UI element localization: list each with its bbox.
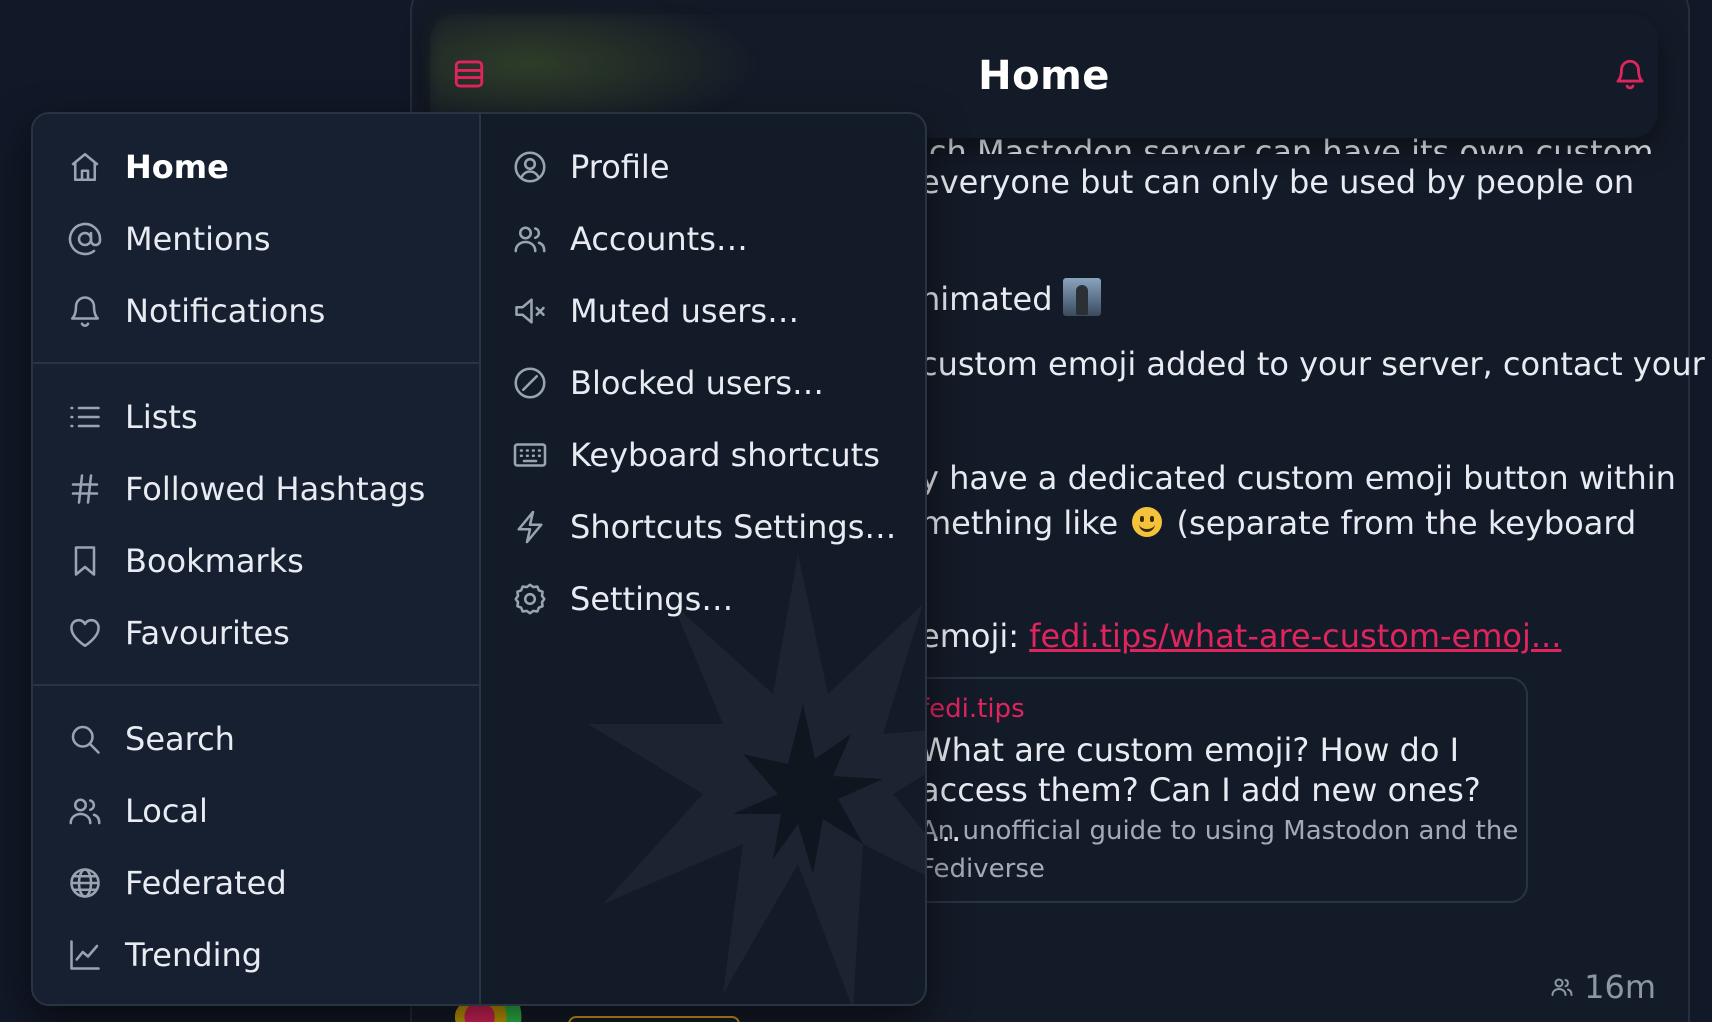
bookmark-icon: [74, 546, 96, 576]
keyboard-icon: [513, 443, 547, 467]
menu-item-bookmarks[interactable]: Bookmarks: [67, 529, 304, 593]
menu-divider: [33, 362, 481, 364]
menu-item-federated[interactable]: Federated: [67, 851, 287, 915]
menu-button[interactable]: [452, 57, 486, 91]
link-card-domain: fedi.tips: [920, 694, 1025, 724]
post-text-fragment: emoji:: [920, 617, 1019, 655]
mute-icon: [515, 298, 545, 324]
menu-item-blocked-users[interactable]: Blocked users…: [512, 351, 824, 415]
search-icon: [71, 725, 100, 754]
post-text-fragment: (separate from the keyboard: [1176, 504, 1637, 542]
menu-item-mentions[interactable]: Mentions: [67, 207, 271, 271]
menu-item-label: Lists: [125, 398, 198, 436]
menu-account-column: Profile Accounts… Muted users… Blocked u…: [483, 114, 925, 1004]
menu-item-label: Shortcuts Settings…: [570, 508, 897, 546]
menu-nav-column: Home Mentions Notifications Lists Follow…: [33, 114, 481, 1004]
menu-item-accounts[interactable]: Accounts…: [512, 207, 748, 271]
app-screen: ich Mastodon server can have its own cus…: [0, 0, 1712, 1022]
menu-item-label: Search: [125, 720, 235, 758]
bell-icon: [1616, 59, 1644, 90]
menu-item-label: Keyboard shortcuts: [570, 436, 880, 474]
link-card-description: An unofficial guide to using Mastodon an…: [920, 816, 1519, 884]
page-title: Home: [978, 53, 1110, 99]
post-text-line: emoji: fedi.tips/what-are-custom-emoj...: [920, 617, 1561, 655]
menu-item-settings[interactable]: Settings…: [512, 567, 733, 631]
people-icon: [1551, 978, 1573, 996]
menu-item-muted-users[interactable]: Muted users…: [512, 279, 799, 343]
block-icon: [514, 367, 546, 399]
menu-item-label: Followed Hashtags: [125, 470, 426, 508]
menu-item-search[interactable]: Search: [67, 707, 235, 771]
menu-item-label: Favourites: [125, 614, 290, 652]
post-text-line: nimated: [920, 278, 1101, 318]
menu-item-label: Local: [125, 792, 208, 830]
menu-item-label: Blocked users…: [570, 364, 825, 402]
custom-emoji-image: [1062, 278, 1101, 316]
menu-item-label: Muted users…: [570, 292, 800, 330]
menu-item-trending[interactable]: Trending: [67, 923, 262, 987]
post-link[interactable]: fedi.tips/what-are-custom-emoj...: [1029, 617, 1561, 655]
menu-item-keyboard-shortcuts[interactable]: Keyboard shortcuts: [512, 423, 880, 487]
menu-item-label: Accounts…: [570, 220, 748, 258]
menu-item-label: Federated: [125, 864, 287, 902]
people-icon: [69, 798, 101, 825]
menu-item-lists[interactable]: Lists: [67, 385, 198, 449]
menu-item-label: Trending: [125, 936, 263, 974]
menu-item-label: Notifications: [125, 292, 326, 330]
menu-item-label: Mentions: [125, 220, 271, 258]
post-text-line: custom emoji added to your server, conta…: [920, 345, 1705, 383]
menu-item-label: Bookmarks: [125, 542, 304, 580]
menu-item-profile[interactable]: Profile: [512, 135, 670, 199]
post-text-line: y have a dedicated custom emoji button w…: [920, 459, 1676, 497]
list-icon: [70, 406, 100, 428]
menu-item-label: Profile: [570, 148, 670, 186]
smiley-emoji-icon: [1132, 507, 1163, 537]
menu-item-followed-hashtags[interactable]: Followed Hashtags: [67, 457, 425, 521]
post-meta[interactable]: 16m: [1550, 968, 1656, 1006]
post-text-fragment: nimated: [920, 280, 1053, 318]
status-badge: [568, 1016, 740, 1022]
menu-item-favourites[interactable]: Favourites: [67, 601, 290, 665]
hashtag-icon: [71, 474, 99, 504]
post-text-line: everyone but can only be used by people …: [920, 163, 1635, 201]
at-icon: [68, 222, 102, 256]
menu-item-notifications[interactable]: Notifications: [67, 279, 325, 343]
menu-divider: [33, 684, 481, 686]
heart-icon: [70, 619, 100, 648]
menu-icon: [454, 60, 484, 88]
home-icon: [71, 152, 99, 182]
menu-item-shortcuts-settings[interactable]: Shortcuts Settings…: [512, 495, 896, 559]
bell-icon: [70, 296, 100, 327]
profile-icon: [514, 151, 546, 183]
gear-icon: [514, 583, 546, 615]
globe-icon: [70, 868, 100, 898]
post-text-fragment: mething like: [920, 504, 1119, 542]
post-time: 16m: [1584, 968, 1656, 1006]
chart-icon: [70, 940, 100, 970]
accounts-icon: [514, 226, 546, 253]
menu-item-local[interactable]: Local: [67, 779, 208, 843]
menu-item-label: Settings…: [570, 580, 734, 618]
menu-item-home[interactable]: Home: [67, 135, 229, 199]
notifications-button[interactable]: [1613, 57, 1647, 91]
menu-item-label: Home: [125, 148, 229, 186]
bolt-icon: [517, 510, 543, 544]
post-text-line: mething like (separate from the keyboard: [920, 504, 1636, 542]
main-menu: Home Mentions Notifications Lists Follow…: [31, 112, 927, 1006]
